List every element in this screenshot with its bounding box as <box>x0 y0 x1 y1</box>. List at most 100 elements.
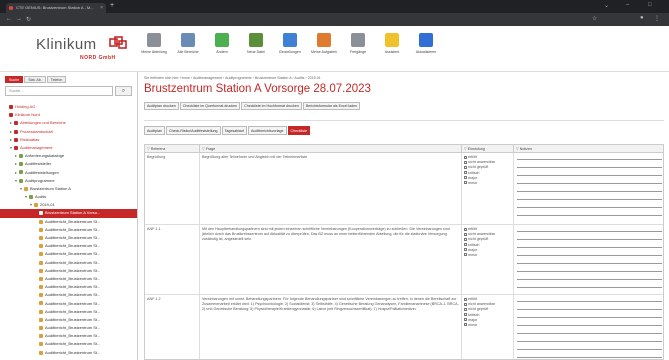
tree-item[interactable]: Auditbericht_Brustzentrum St... <box>0 332 137 340</box>
filter-icon[interactable]: ▽ <box>464 147 467 151</box>
notes-line[interactable] <box>517 333 662 334</box>
back-icon[interactable]: ← <box>6 16 12 22</box>
tree-item[interactable]: Auditbericht_Brustzentrum St... <box>0 259 137 267</box>
action-button[interactable]: Berichtsformular als Excel laden <box>302 102 361 110</box>
checkbox[interactable] <box>464 243 467 247</box>
checkbox[interactable] <box>464 323 467 327</box>
notes-line[interactable] <box>517 159 662 160</box>
rating-option[interactable]: minor <box>464 181 511 186</box>
close-tab-icon[interactable]: × <box>100 3 103 13</box>
tree-item[interactable]: Auditbericht_Brustzentrum St... <box>0 226 137 234</box>
checkbox[interactable] <box>464 227 467 231</box>
action-button[interactable]: Auditplan drucken <box>144 102 179 110</box>
toolbar-button[interactable]: Ändern <box>205 33 239 54</box>
toolbar-button[interactable]: Neue Datei <box>239 33 273 54</box>
sidebar-tab-search[interactable]: Suche <box>5 76 24 83</box>
tree-item[interactable]: ▾ Auditprogramme <box>0 177 137 185</box>
column-header-reference[interactable]: ▽Referenz <box>145 145 200 153</box>
tree-item[interactable]: ▾ Audits <box>0 193 137 201</box>
notes-line[interactable] <box>517 287 662 288</box>
maximize-icon[interactable]: □ <box>648 2 652 8</box>
profile-icon[interactable]: ● <box>640 15 644 21</box>
tree-item[interactable]: Auditbericht_Brustzentrum St... <box>0 316 137 324</box>
notes-line[interactable] <box>517 357 662 358</box>
bookmark-star-icon[interactable]: ☆ <box>592 15 597 22</box>
minimize-icon[interactable]: – <box>626 2 629 8</box>
forward-icon[interactable]: → <box>16 16 22 22</box>
tree-item[interactable]: Auditbericht_Brustzentrum St... <box>0 300 137 308</box>
checkbox[interactable] <box>464 155 467 159</box>
notes-line[interactable] <box>517 349 662 350</box>
notes-cell[interactable] <box>514 295 663 359</box>
checkbox[interactable] <box>464 302 467 306</box>
tree-item[interactable]: Auditbericht_Brustzentrum St... <box>0 218 137 226</box>
filter-icon[interactable]: ▽ <box>202 147 205 151</box>
tree-item[interactable]: Auditbericht_Brustzentrum St... <box>0 283 137 291</box>
filter-icon[interactable]: ▽ <box>516 147 519 151</box>
content-tab[interactable]: Checkliste <box>287 126 311 135</box>
toolbar-button[interactable]: Aktualisieren <box>409 33 443 54</box>
tree-item[interactable]: ▾ Brustzentrum Station A <box>0 185 137 193</box>
sidebar-tab-stat[interactable]: Stat. Ab. <box>24 76 46 83</box>
reload-icon[interactable]: ↻ <box>26 16 31 23</box>
filter-icon[interactable]: ▽ <box>147 147 150 151</box>
notes-line[interactable] <box>517 301 662 302</box>
notes-line[interactable] <box>517 341 662 342</box>
search-button[interactable]: ⌕ <box>115 86 132 96</box>
tree-item[interactable]: ▾ Auditmanagement <box>0 144 137 152</box>
checkbox[interactable] <box>464 171 467 175</box>
column-header-notes[interactable]: ▽Notizen <box>514 145 663 153</box>
tree-item[interactable]: Auditbericht_Brustzentrum St... <box>0 250 137 258</box>
toolbar-button[interactable]: Einstellungen <box>273 33 307 54</box>
toolbar-button[interactable]: Freigänge <box>341 33 375 54</box>
checkbox[interactable] <box>464 176 467 180</box>
notes-line[interactable] <box>517 175 662 176</box>
toolbar-button[interactable]: Alle Bereiche <box>171 33 205 54</box>
notes-line[interactable] <box>517 255 662 256</box>
tree-item[interactable]: ▾ 2019-01 <box>0 201 137 209</box>
tree-item[interactable]: Auditbericht_Brustzentrum St... <box>0 349 137 357</box>
tree-item[interactable]: ▸ Prozesslandschaft <box>0 128 137 136</box>
content-tab[interactable]: Auditberichtsvorlage <box>247 126 287 135</box>
tab-search-icon[interactable]: ⌄ <box>604 2 609 9</box>
tree-item[interactable]: ▸ Auditfeststeller <box>0 160 137 168</box>
tree-item-selected[interactable]: Brustzentrum Station A Vorso... <box>0 209 137 218</box>
action-button[interactable]: Checkliste im Hochformat drucken <box>241 102 302 110</box>
tree-item[interactable]: Auditbericht_Brustzentrum St... <box>0 324 137 332</box>
rating-option[interactable]: minor <box>464 323 511 328</box>
notes-line[interactable] <box>517 207 662 208</box>
checkbox[interactable] <box>464 313 467 317</box>
tree-item[interactable]: ▸ Auditfeststellungen <box>0 169 137 177</box>
content-tab[interactable]: Tagesablauf <box>221 126 247 135</box>
tree-item[interactable]: Holding AG <box>0 103 137 111</box>
tree-item[interactable]: Auditbericht_Brustzentrum St... <box>0 267 137 275</box>
checkbox[interactable] <box>464 181 467 185</box>
toolbar-button[interactable]: Meine Abteilung <box>137 33 171 54</box>
checkbox[interactable] <box>464 165 467 169</box>
checkbox[interactable] <box>464 318 467 322</box>
tree-item[interactable]: Auditbericht_Brustzentrum St... <box>0 234 137 242</box>
notes-line[interactable] <box>517 183 662 184</box>
notes-line[interactable] <box>517 167 662 168</box>
notes-line[interactable] <box>517 317 662 318</box>
notes-line[interactable] <box>517 263 662 264</box>
notes-line[interactable] <box>517 191 662 192</box>
rating-option[interactable]: minor <box>464 253 511 258</box>
tree-item[interactable]: Auditbericht_Brustzentrum St... <box>0 242 137 250</box>
notes-line[interactable] <box>517 199 662 200</box>
content-tab[interactable]: Check-Risiko/Auditfeststellung <box>166 126 221 135</box>
sidebar-tab-phone[interactable]: Telefon <box>46 76 67 83</box>
checkbox[interactable] <box>464 297 467 301</box>
notes-cell[interactable] <box>514 225 663 294</box>
tree-item[interactable]: ▸ Anforderungskataloge <box>0 152 137 160</box>
tree-item[interactable]: ▸ Risikoatlas <box>0 136 137 144</box>
checkbox[interactable] <box>464 307 467 311</box>
checkbox[interactable] <box>464 253 467 257</box>
content-tab[interactable]: Auditplan <box>144 126 165 135</box>
tree-item[interactable]: Auditbericht_Brustzentrum St... <box>0 308 137 316</box>
action-button[interactable]: Checkliste im Querformat drucken <box>179 102 241 110</box>
browser-tab[interactable]: CTE GENIUS: Brustzentrum Station A - M..… <box>6 3 106 13</box>
tree-item[interactable]: Auditbericht_Brustzentrum St... <box>0 291 137 299</box>
tree-item[interactable]: Klinikum Nord <box>0 111 137 119</box>
column-header-question[interactable]: ▽Frage <box>200 145 462 153</box>
